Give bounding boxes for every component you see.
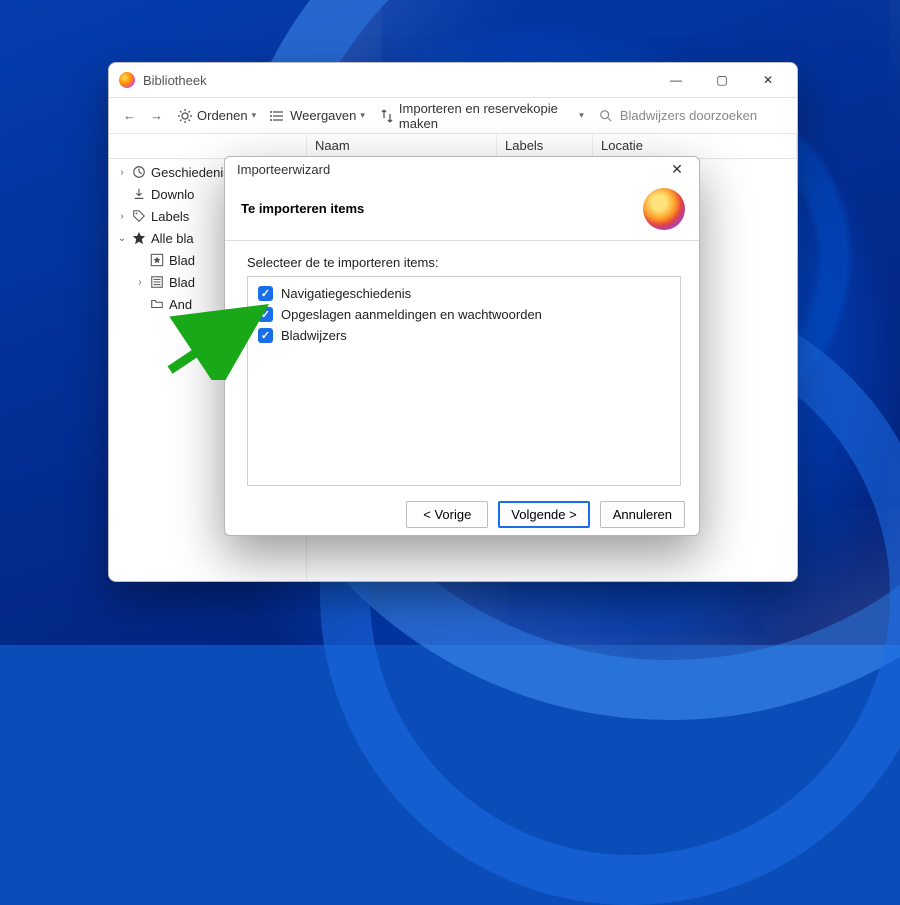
- wizard-items-list: ✓ Navigatiegeschiedenis ✓ Opgeslagen aan…: [247, 276, 681, 486]
- gear-icon: [177, 108, 193, 124]
- firefox-logo-icon: [643, 188, 685, 230]
- wizard-prompt: Selecteer de te importeren items:: [247, 255, 681, 270]
- checkbox-checked-icon[interactable]: ✓: [258, 328, 273, 343]
- library-titlebar[interactable]: Bibliotheek ― ▢ ✕: [109, 63, 797, 97]
- library-title: Bibliotheek: [143, 73, 207, 88]
- organize-menu[interactable]: Ordenen ▾: [171, 104, 262, 128]
- checkbox-checked-icon[interactable]: ✓: [258, 286, 273, 301]
- nav-forward-button[interactable]: →: [144, 104, 169, 127]
- import-backup-menu[interactable]: Importeren en reservekopie maken ▾: [373, 97, 590, 135]
- maximize-button[interactable]: ▢: [699, 65, 745, 95]
- column-name[interactable]: Naam: [307, 134, 497, 158]
- star-filled-icon: [131, 230, 147, 246]
- wizard-cancel-button[interactable]: Annuleren: [600, 501, 685, 528]
- search-icon: [598, 108, 614, 124]
- history-icon: [131, 164, 147, 180]
- wizard-back-button[interactable]: < Vorige: [406, 501, 488, 528]
- wizard-titlebar[interactable]: Importeerwizard ✕: [225, 157, 699, 182]
- download-icon: [131, 186, 147, 202]
- import-wizard-dialog: Importeerwizard ✕ Te importeren items Se…: [224, 156, 700, 536]
- bookmarks-list-icon: [149, 274, 165, 290]
- folder-icon: [149, 296, 165, 312]
- close-button[interactable]: ✕: [745, 65, 791, 95]
- search-input[interactable]: Bladwijzers doorzoeken: [592, 104, 789, 128]
- wizard-close-button[interactable]: ✕: [663, 157, 691, 181]
- wizard-window-title: Importeerwizard: [237, 162, 330, 177]
- library-toolbar: ← → Ordenen ▾ Weergaven ▾ Importeren en …: [109, 97, 797, 133]
- column-location[interactable]: Locatie: [593, 134, 797, 158]
- wizard-next-button[interactable]: Volgende >: [498, 501, 589, 528]
- import-export-icon: [379, 108, 395, 124]
- import-item-bookmarks[interactable]: ✓ Bladwijzers: [256, 325, 672, 346]
- checkbox-checked-icon[interactable]: ✓: [258, 307, 273, 322]
- search-placeholder: Bladwijzers doorzoeken: [620, 108, 757, 123]
- wizard-heading: Te importeren items: [241, 201, 364, 216]
- minimize-button[interactable]: ―: [653, 65, 699, 95]
- firefox-icon: [119, 72, 135, 88]
- tag-icon: [131, 208, 147, 224]
- nav-back-button[interactable]: ←: [117, 104, 142, 127]
- list-icon: [270, 108, 286, 124]
- views-menu[interactable]: Weergaven ▾: [264, 104, 371, 128]
- column-labels[interactable]: Labels: [497, 134, 593, 158]
- wizard-footer: < Vorige Volgende > Annuleren: [225, 494, 699, 535]
- import-item-history[interactable]: ✓ Navigatiegeschiedenis: [256, 283, 672, 304]
- star-box-icon: [149, 252, 165, 268]
- wizard-header: Te importeren items: [225, 182, 699, 241]
- import-item-logins[interactable]: ✓ Opgeslagen aanmeldingen en wachtwoorde…: [256, 304, 672, 325]
